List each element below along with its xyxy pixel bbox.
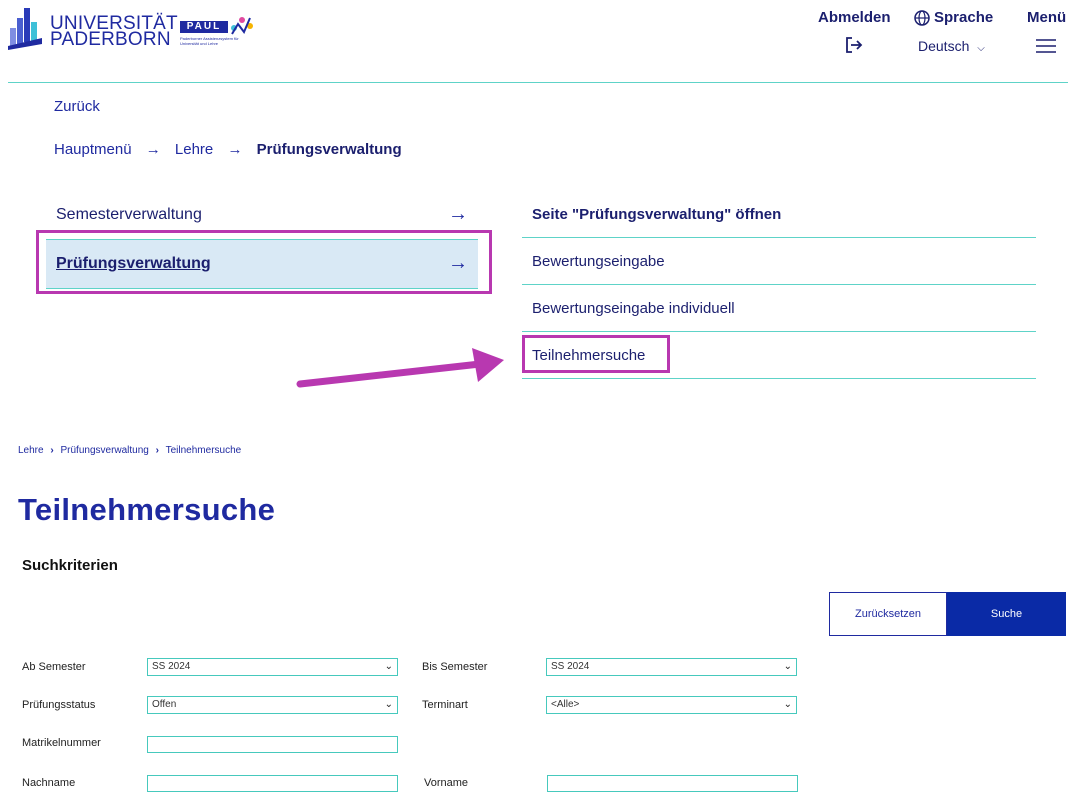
breadcrumb-item-lehre[interactable]: Lehre (18, 445, 44, 456)
submenu-item-open-page[interactable]: Seite "Prüfungsverwaltung" öffnen (522, 191, 1036, 238)
annotation-highlight-box (36, 230, 492, 294)
arrow-right-icon: → (448, 203, 468, 225)
nachname-label: Nachname (22, 777, 76, 789)
nav-breadcrumb: Hauptmenü → Lehre → Prüfungsverwaltung (54, 141, 402, 158)
vorname-label: Vorname (424, 777, 469, 789)
arrow-right-icon: → (145, 141, 161, 158)
language-value: Deutsch (918, 38, 970, 54)
arrow-right-icon: → (227, 141, 243, 158)
university-name: UNIVERSITÄT PADERBORN (50, 13, 178, 50)
paul-logo: PAUL Paderborner Assistenzsystem für Uni… (176, 14, 256, 48)
vorname-input[interactable] (547, 775, 798, 792)
page-breadcrumb: Lehre › Prüfungsverwaltung › Teilnehmers… (18, 445, 241, 456)
logout-icon[interactable] (845, 36, 863, 54)
bis-semester-value: SS 2024 (551, 661, 590, 672)
chevron-right-icon: › (155, 445, 159, 456)
ab-semester-label: Ab Semester (22, 661, 86, 673)
pruefungsstatus-value: Offen (152, 699, 177, 710)
breadcrumb-item-hauptmenue[interactable]: Hauptmenü (54, 141, 132, 158)
annotation-highlight-box (522, 335, 670, 373)
submenu-item-bewertungseingabe-individuell[interactable]: Bewertungseingabe individuell (522, 285, 1036, 332)
terminart-value: <Alle> (551, 699, 580, 710)
chevron-right-icon: › (50, 445, 54, 456)
breadcrumb-item-pruefungsverwaltung[interactable]: Prüfungsverwaltung (60, 445, 148, 456)
pruefungsstatus-label: Prüfungsstatus (22, 699, 96, 711)
chevron-down-icon: ⌄ (384, 699, 393, 710)
submenu-item-label: Bewertungseingabe individuell (532, 300, 735, 317)
page-title: Teilnehmersuche (18, 492, 276, 527)
submenu-item-bewertungseingabe[interactable]: Bewertungseingabe (522, 238, 1036, 285)
pruefungsstatus-select[interactable]: Offen ⌄ (147, 696, 398, 714)
header-divider (8, 82, 1068, 83)
reset-button[interactable]: Zurücksetzen (829, 592, 947, 636)
back-link[interactable]: Zurück (54, 98, 100, 115)
matrikelnummer-label: Matrikelnummer (22, 737, 101, 749)
section-title: Suchkriterien (22, 557, 118, 574)
chevron-down-icon: ⌄ (783, 699, 792, 710)
nachname-input[interactable] (147, 775, 398, 792)
language-select[interactable]: Deutsch ⌵ (918, 38, 985, 54)
logout-link[interactable]: Abmelden (818, 9, 891, 26)
terminart-label: Terminart (422, 699, 468, 711)
submenu-item-label: Seite "Prüfungsverwaltung" öffnen (532, 206, 782, 223)
chevron-down-icon: ⌵ (977, 43, 985, 54)
annotation-arrow-icon (296, 348, 504, 388)
chevron-down-icon: ⌄ (783, 661, 792, 672)
chevron-down-icon: ⌄ (384, 661, 393, 672)
menu-item-label: Semesterverwaltung (56, 206, 202, 223)
ab-semester-select[interactable]: SS 2024 ⌄ (147, 658, 398, 676)
bis-semester-label: Bis Semester (422, 661, 488, 673)
language-link[interactable]: Sprache (934, 9, 993, 26)
globe-icon (914, 10, 930, 26)
submenu-item-label: Bewertungseingabe (532, 253, 665, 270)
matrikelnummer-input[interactable] (147, 736, 398, 753)
bis-semester-select[interactable]: SS 2024 ⌄ (546, 658, 797, 676)
breadcrumb-item-lehre[interactable]: Lehre (175, 141, 213, 158)
university-logo-icon (8, 8, 42, 50)
ab-semester-value: SS 2024 (152, 661, 191, 672)
terminart-select[interactable]: <Alle> ⌄ (546, 696, 797, 714)
breadcrumb-item-pruefungsverwaltung: Prüfungsverwaltung (256, 141, 402, 158)
search-button[interactable]: Suche (947, 592, 1066, 636)
menu-link[interactable]: Menü (1027, 9, 1066, 26)
hamburger-menu-icon[interactable] (1036, 39, 1056, 53)
breadcrumb-item-teilnehmersuche: Teilnehmersuche (165, 445, 242, 456)
